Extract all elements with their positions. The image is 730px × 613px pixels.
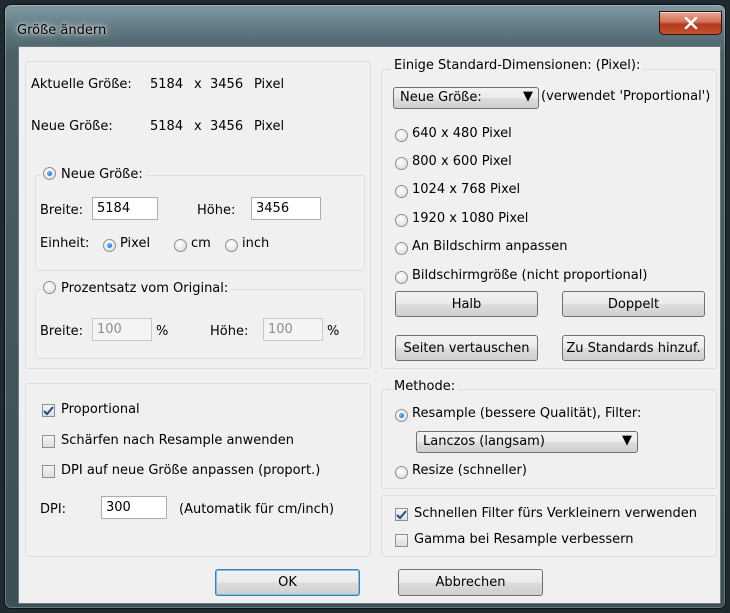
standard-combo-hint: (verwendet 'Proportional') <box>541 89 711 104</box>
preset-fit-screen-label: An Bildschirm anpassen <box>412 239 568 254</box>
new-height-value: 3456 <box>210 119 244 134</box>
proportional-label: Proportional <box>61 402 140 417</box>
filter-options-group <box>381 495 717 557</box>
unit-inch-label: inch <box>242 236 270 251</box>
chevron-down-icon: ▼ <box>523 89 533 104</box>
new-x: x <box>194 119 202 134</box>
percent-radio-label: Prozentsatz vom Original: <box>61 281 229 296</box>
unit-cm-label: cm <box>191 236 211 251</box>
current-x: x <box>194 77 202 92</box>
preset-screen-size-radio[interactable] <box>395 271 408 284</box>
new-size-radio[interactable] <box>43 167 56 180</box>
sharpen-label: Schärfen nach Resample anwenden <box>61 433 295 448</box>
dpi-label: DPI: <box>40 502 67 517</box>
height-input[interactable]: 3456 <box>251 197 321 220</box>
dpi-adjust-label: DPI auf neue Größe anpassen (proport.) <box>61 463 321 478</box>
width-label: Breite: <box>40 203 84 218</box>
new-size-label: Neue Größe: <box>31 119 113 134</box>
new-size-radio-label: Neue Größe: <box>61 167 143 182</box>
unit-label: Einheit: <box>40 236 90 251</box>
double-button[interactable]: Doppelt <box>562 291 705 317</box>
resample-label: Resample (bessere Qualität), Filter: <box>412 406 642 421</box>
ok-button[interactable]: OK <box>215 569 360 596</box>
new-size-legend: Neue Größe: <box>41 167 146 182</box>
unit-pixel-label: Pixel <box>120 236 151 251</box>
percent-legend: Prozentsatz vom Original: <box>41 281 232 296</box>
new-size-group <box>35 175 365 271</box>
preset-640-radio[interactable] <box>395 129 408 142</box>
filter-combo-value: Lanczos (langsam) <box>423 434 545 449</box>
percent-height-label: Höhe: <box>210 324 249 339</box>
method-legend: Methode: <box>391 379 459 394</box>
close-icon <box>684 17 697 29</box>
percent-width-input[interactable]: 100 <box>92 318 152 341</box>
resize-radio[interactable] <box>395 466 408 479</box>
preset-800-radio[interactable] <box>395 157 408 170</box>
height-label: Höhe: <box>197 203 236 218</box>
resize-label: Resize (schneller) <box>412 463 527 478</box>
current-size-label: Aktuelle Größe: <box>31 77 132 92</box>
unit-pixel-radio[interactable] <box>103 239 116 252</box>
preset-screen-size-label: Bildschirmgröße (nicht proportional) <box>412 268 648 283</box>
dialog-window: Größe ändern Aktuelle Größe: 5184 x 3456… <box>4 4 726 609</box>
percent-radio[interactable] <box>43 281 56 294</box>
gamma-label: Gamma bei Resample verbessern <box>414 532 634 547</box>
percent-width-label: Breite: <box>40 324 84 339</box>
dpi-hint: (Automatik für cm/inch) <box>179 502 335 517</box>
resample-radio[interactable] <box>395 409 408 422</box>
current-unit: Pixel <box>254 77 285 92</box>
chevron-down-icon: ▼ <box>622 433 632 448</box>
sharpen-checkbox[interactable] <box>42 435 55 448</box>
percent-height-unit: % <box>327 324 340 339</box>
current-height-value: 3456 <box>210 77 244 92</box>
new-unit: Pixel <box>254 119 285 134</box>
swap-sides-button[interactable]: Seiten vertauschen <box>395 335 538 361</box>
unit-inch-radio[interactable] <box>225 239 238 252</box>
fast-filter-label: Schnellen Filter fürs Verkleinern verwen… <box>414 506 697 521</box>
preset-1920-radio[interactable] <box>395 214 408 227</box>
gamma-checkbox[interactable] <box>395 534 408 547</box>
dpi-input[interactable]: 300 <box>101 496 167 519</box>
standard-dimensions-legend: Einige Standard-Dimensionen: (Pixel): <box>391 58 644 73</box>
standard-size-combo-value: Neue Größe: <box>400 90 482 105</box>
preset-640-label: 640 x 480 Pixel <box>412 126 512 141</box>
preset-1920-label: 1920 x 1080 Pixel <box>412 211 529 226</box>
check-mark-icon <box>396 509 407 519</box>
preset-1024-label: 1024 x 768 Pixel <box>412 182 521 197</box>
window-title: Größe ändern <box>17 23 107 38</box>
width-input[interactable]: 5184 <box>92 197 158 220</box>
percent-width-unit: % <box>156 324 169 339</box>
cancel-button[interactable]: Abbrechen <box>398 569 543 596</box>
unit-cm-radio[interactable] <box>174 239 187 252</box>
preset-800-label: 800 x 600 Pixel <box>412 154 512 169</box>
check-mark-icon <box>43 405 54 415</box>
fast-filter-checkbox[interactable] <box>395 508 408 521</box>
percent-height-input[interactable]: 100 <box>263 318 323 341</box>
dialog-client-area: Aktuelle Größe: 5184 x 3456 Pixel Neue G… <box>18 46 721 604</box>
standard-size-combo[interactable]: Neue Größe: ▼ <box>393 87 539 109</box>
close-button[interactable] <box>659 11 722 35</box>
dpi-adjust-checkbox[interactable] <box>42 465 55 478</box>
add-to-standards-button[interactable]: Zu Standards hinzuf. <box>562 335 705 361</box>
preset-fit-screen-radio[interactable] <box>395 242 408 255</box>
new-width-value: 5184 <box>150 119 184 134</box>
half-button[interactable]: Halb <box>395 291 538 317</box>
preset-1024-radio[interactable] <box>395 185 408 198</box>
filter-combo[interactable]: Lanczos (langsam) ▼ <box>416 431 638 453</box>
proportional-checkbox[interactable] <box>42 404 55 417</box>
current-width-value: 5184 <box>150 77 184 92</box>
